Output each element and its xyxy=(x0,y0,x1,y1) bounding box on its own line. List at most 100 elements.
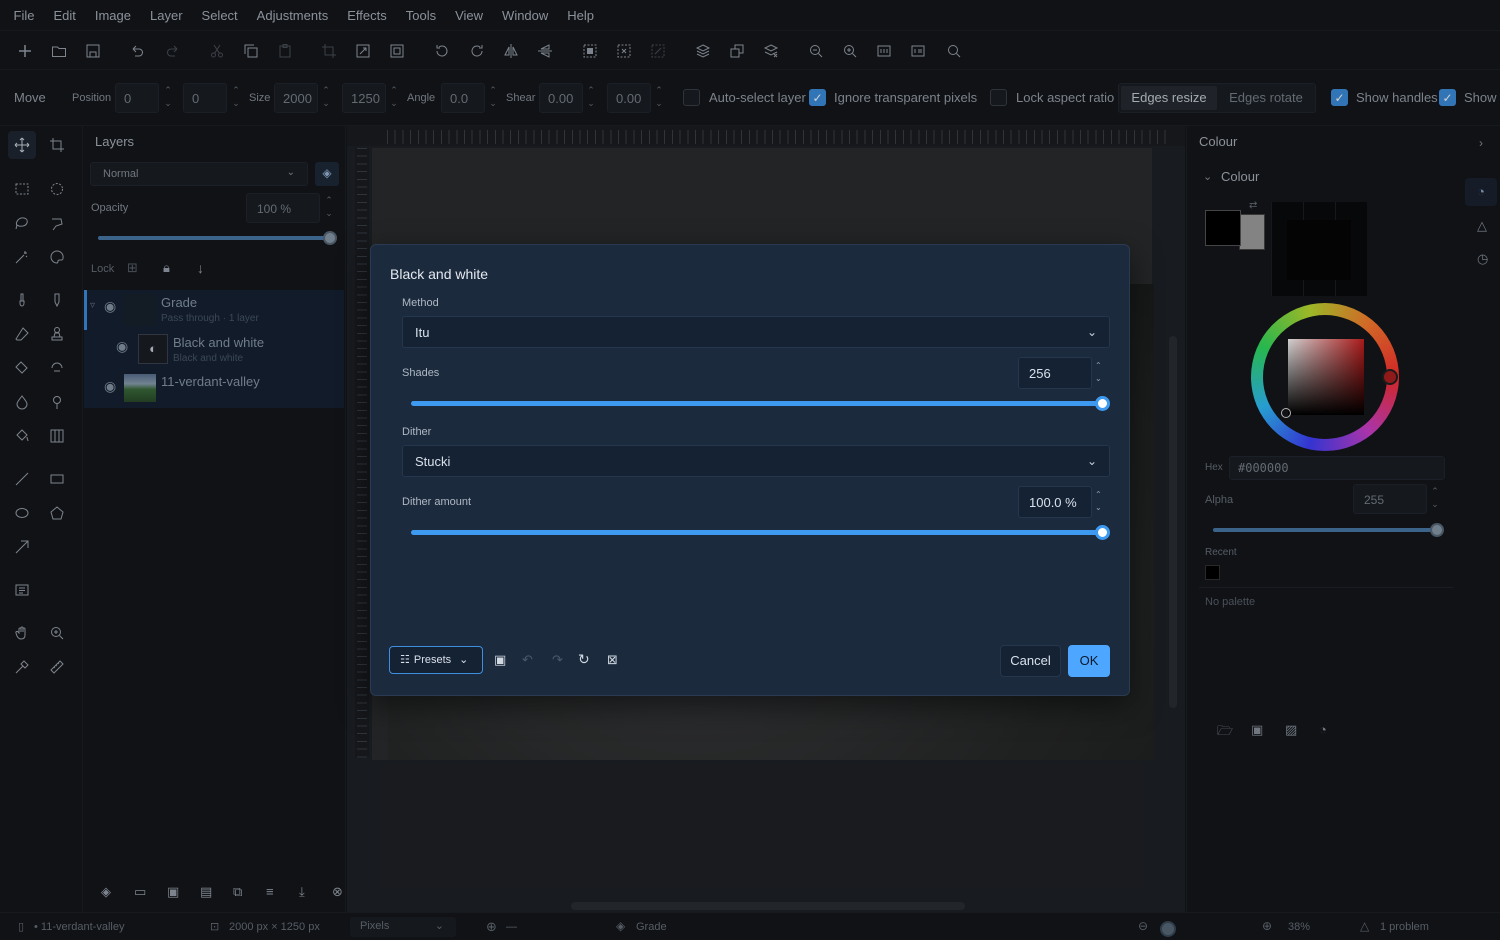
menu-adjustments[interactable]: Adjustments xyxy=(247,8,338,23)
hex-input[interactable]: #000000 xyxy=(1229,456,1445,480)
primary-colour-swatch[interactable] xyxy=(1205,210,1241,246)
chevron-down-icon[interactable]: ⌄ xyxy=(1203,170,1212,183)
method-select[interactable]: Itu ⌄ xyxy=(402,316,1110,348)
redo-icon[interactable]: ↷ xyxy=(552,652,563,668)
shear-y-input[interactable]: 0.00 xyxy=(607,83,651,113)
image-palette-icon[interactable]: ▨ xyxy=(1285,722,1297,738)
dodge-icon[interactable] xyxy=(43,388,71,416)
shades-spinner[interactable]: ⌃ ⌄ xyxy=(1095,359,1105,385)
menu-view[interactable]: View xyxy=(446,8,493,23)
lock-aspect-checkbox[interactable] xyxy=(990,89,1007,106)
size-width-input[interactable]: 2000 xyxy=(274,83,318,113)
zoom-out-icon[interactable]: ⊖ xyxy=(1138,919,1148,933)
text-icon[interactable] xyxy=(8,576,36,604)
lock-position-icon[interactable]: ↓ xyxy=(197,260,204,276)
edges-resize-button[interactable]: Edges resize xyxy=(1121,86,1217,110)
add-layer-icon[interactable]: ◈ xyxy=(101,884,111,900)
recent-swatch[interactable] xyxy=(1205,565,1220,580)
presets-button[interactable]: ☷ Presets ⌄ xyxy=(389,646,483,674)
hue-picker-knob[interactable] xyxy=(1382,369,1398,385)
new-icon[interactable] xyxy=(15,41,35,61)
smudge-icon[interactable] xyxy=(43,354,71,382)
menu-select[interactable]: Select xyxy=(192,8,247,23)
opacity-slider-knob[interactable] xyxy=(323,231,337,245)
show-handles-checkbox[interactable]: ✓ xyxy=(1331,89,1348,106)
chevron-right-icon[interactable]: › xyxy=(1479,136,1483,150)
edges-rotate-button[interactable]: Edges rotate xyxy=(1219,86,1313,110)
deselect-icon[interactable] xyxy=(614,41,634,61)
zoom-tool-icon[interactable] xyxy=(43,619,71,647)
shear-x-spinner[interactable]: ⌃ ⌄ xyxy=(585,84,597,112)
hue-ring[interactable] xyxy=(1251,303,1399,451)
compare-icon[interactable]: ⊠ xyxy=(607,652,618,668)
menu-file[interactable]: File xyxy=(4,8,44,23)
save-palette-icon[interactable]: ▣ xyxy=(1251,722,1263,738)
open-palette-icon[interactable]: 🗁︎ xyxy=(1217,722,1233,744)
zoom-out-icon[interactable] xyxy=(806,41,826,61)
status-problems[interactable]: 1 problem xyxy=(1380,921,1429,933)
colour-swatch-grid[interactable] xyxy=(1271,202,1367,296)
dither-amount-slider[interactable] xyxy=(411,530,1103,535)
dither-amount-spinner[interactable]: ⌃ ⌄ xyxy=(1095,488,1105,514)
palette-icon[interactable]: ◔ xyxy=(1319,722,1327,737)
fill-icon[interactable] xyxy=(8,354,36,382)
brush-icon[interactable] xyxy=(8,286,36,314)
copy-icon[interactable] xyxy=(241,41,261,61)
paste-icon[interactable] xyxy=(275,41,295,61)
cancel-button[interactable]: Cancel xyxy=(1000,645,1061,677)
alpha-slider-knob[interactable] xyxy=(1430,523,1444,537)
pencil-icon[interactable] xyxy=(43,286,71,314)
crop-icon[interactable] xyxy=(319,41,339,61)
warning-icon[interactable]: △ xyxy=(1360,919,1369,933)
reset-icon[interactable]: ↻ xyxy=(578,651,590,668)
merge-down-icon[interactable]: ⤓ xyxy=(299,884,305,900)
secondary-colour-swatch[interactable] xyxy=(1239,214,1265,250)
opacity-input[interactable]: 100 % xyxy=(246,193,320,223)
size-height-spinner[interactable]: ⌃ ⌄ xyxy=(388,84,400,112)
arrow-icon[interactable] xyxy=(8,533,36,561)
lock-icon[interactable]: 🔒︎ xyxy=(163,260,170,276)
delete-layer-icon[interactable]: ⊗ xyxy=(332,884,343,900)
add-adjustment-icon[interactable]: ▤ xyxy=(200,884,212,900)
history-tab-icon[interactable]: ◷ xyxy=(1477,251,1488,267)
rectangle-icon[interactable] xyxy=(43,465,71,493)
blend-mode-select[interactable]: Normal ⌄ xyxy=(90,162,308,186)
zoom-in-icon[interactable]: ⊕ xyxy=(1262,919,1272,933)
polygon-lasso-icon[interactable] xyxy=(43,209,71,237)
shear-x-input[interactable]: 0.00 xyxy=(539,83,583,113)
hand-icon[interactable] xyxy=(8,619,36,647)
show-extra-checkbox[interactable]: ✓ xyxy=(1439,89,1456,106)
add-group-icon[interactable]: ▭ xyxy=(134,884,146,900)
shades-slider[interactable] xyxy=(411,401,1103,406)
measure-icon[interactable] xyxy=(43,653,71,681)
ok-button[interactable]: OK xyxy=(1068,645,1110,677)
angle-spinner[interactable]: ⌃ ⌄ xyxy=(487,84,499,112)
ellipse-icon[interactable] xyxy=(8,499,36,527)
layer-duplicate-icon[interactable] xyxy=(727,41,747,61)
units-select[interactable]: Pixels ⌄ xyxy=(350,917,456,937)
rect-select-icon[interactable] xyxy=(8,175,36,203)
warning-tab-icon[interactable]: △ xyxy=(1477,218,1487,234)
canvas-size-icon[interactable] xyxy=(387,41,407,61)
horizontal-scrollbar[interactable] xyxy=(571,902,965,910)
rotate-left-icon[interactable] xyxy=(432,41,452,61)
line-icon[interactable] xyxy=(8,465,36,493)
add-mask-icon[interactable]: ▣ xyxy=(167,884,179,900)
menu-image[interactable]: Image xyxy=(85,8,140,23)
visibility-eye-icon[interactable]: ◉ xyxy=(104,378,116,395)
vertical-scrollbar[interactable] xyxy=(1169,336,1177,708)
dither-amount-input[interactable]: 100.0 % xyxy=(1018,486,1092,518)
position-y-spinner[interactable]: ⌃ ⌄ xyxy=(230,84,242,112)
opacity-spinner[interactable]: ⌃ ⌄ xyxy=(323,194,335,222)
layer-merge-icon[interactable] xyxy=(761,41,781,61)
visibility-eye-icon[interactable]: ◉ xyxy=(116,338,128,355)
auto-select-checkbox[interactable] xyxy=(683,89,700,106)
align-icon[interactable]: ≡ xyxy=(266,884,274,899)
magic-wand-icon[interactable] xyxy=(8,243,36,271)
ignore-transparent-checkbox[interactable]: ✓ xyxy=(809,89,826,106)
bucket-icon[interactable] xyxy=(8,422,36,450)
size-height-input[interactable]: 1250 xyxy=(342,83,386,113)
layer-name-grade[interactable]: Grade xyxy=(161,295,197,310)
colour-select-icon[interactable] xyxy=(43,243,71,271)
resize-image-icon[interactable] xyxy=(353,41,373,61)
